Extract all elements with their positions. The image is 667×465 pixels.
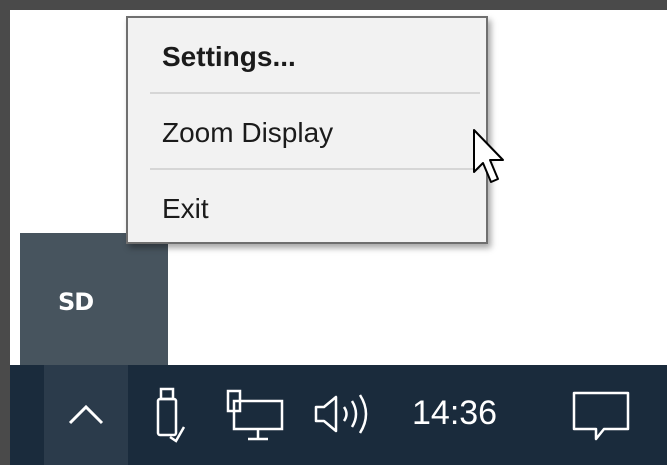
clock[interactable]: 14:36 (412, 394, 497, 433)
usb-drive-icon[interactable] (152, 387, 188, 445)
network-icon[interactable] (224, 387, 290, 443)
menu-item-settings[interactable]: Settings... (128, 26, 486, 88)
show-hidden-icons-button[interactable] (44, 365, 128, 465)
context-menu: Settings... Zoom Display Exit (126, 16, 488, 244)
menu-item-zoom-display[interactable]: Zoom Display (128, 102, 486, 164)
chevron-up-icon (68, 404, 104, 425)
menu-separator (150, 168, 480, 170)
tray-overflow-flyout: SD (20, 233, 168, 375)
taskbar: 14:36 (10, 365, 667, 465)
menu-item-exit[interactable]: Exit (128, 178, 486, 240)
mouse-pointer-icon (473, 129, 504, 183)
sd-app-tray-icon[interactable]: SD (58, 288, 94, 316)
action-center-icon[interactable] (570, 389, 634, 443)
speaker-icon[interactable] (312, 391, 376, 437)
menu-separator (150, 92, 480, 94)
